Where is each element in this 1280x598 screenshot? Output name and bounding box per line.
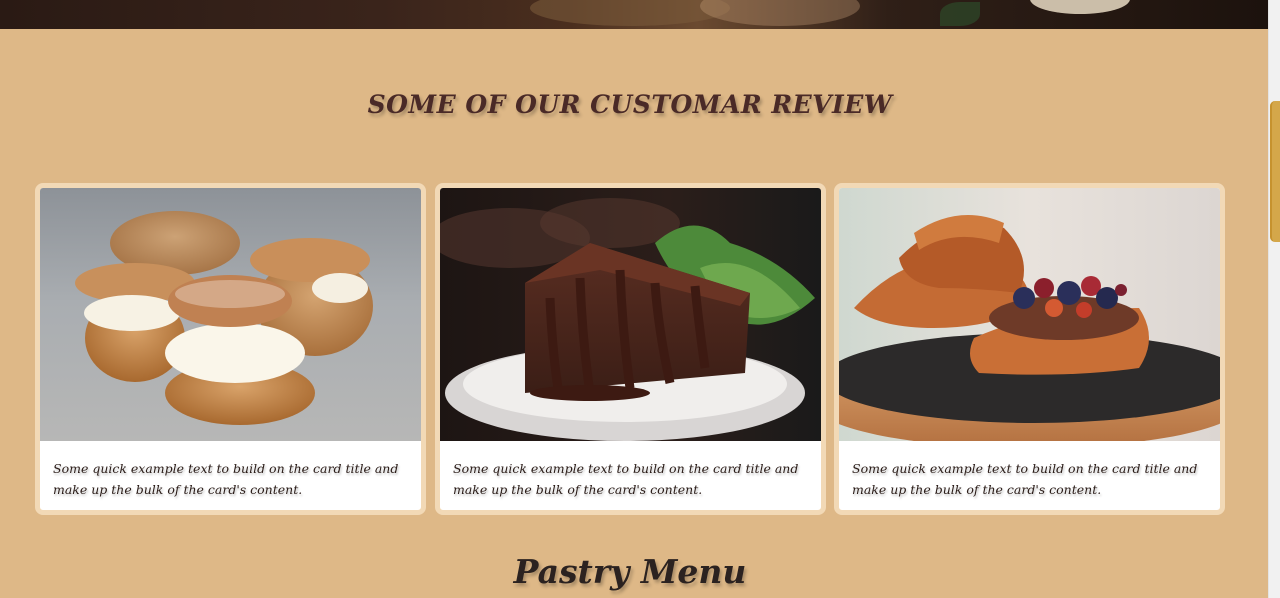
hero-image-strip bbox=[0, 0, 1268, 29]
page-scrollbar[interactable] bbox=[1268, 0, 1280, 598]
review-card-text: Some quick example text to build on the … bbox=[453, 461, 799, 497]
croissant-pastry-image bbox=[839, 188, 1220, 441]
cream-puffs-image bbox=[40, 188, 421, 441]
review-card: Some quick example text to build on the … bbox=[435, 183, 826, 515]
reviews-heading: SOME OF OUR CUSTOMAR REVIEW bbox=[367, 90, 893, 119]
review-card-text: Some quick example text to build on the … bbox=[852, 461, 1198, 497]
chocolate-cake-image bbox=[440, 188, 821, 441]
review-card: Some quick example text to build on the … bbox=[35, 183, 426, 515]
review-card: Some quick example text to build on the … bbox=[834, 183, 1225, 515]
review-card-text: Some quick example text to build on the … bbox=[53, 461, 399, 497]
pastry-menu-heading: Pastry Menu bbox=[513, 552, 747, 591]
scrollbar-thumb[interactable] bbox=[1270, 101, 1280, 242]
